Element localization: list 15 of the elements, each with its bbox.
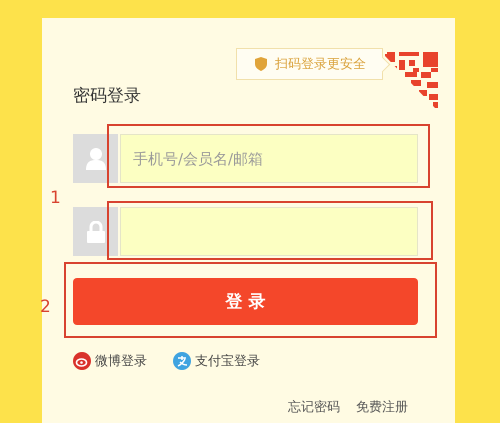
- annotation-number: 1: [50, 188, 61, 208]
- footer-link[interactable]: 免费注册: [356, 398, 408, 416]
- form-title: 密码登录: [73, 85, 142, 108]
- lock-icon: [73, 207, 118, 256]
- weibo-icon: [73, 352, 91, 370]
- footer-link[interactable]: 忘记密码: [288, 398, 340, 416]
- login-button[interactable]: 登 录: [73, 278, 418, 325]
- social-login-link[interactable]: 支付宝登录: [173, 352, 260, 370]
- input-field[interactable]: [120, 207, 418, 256]
- input-field[interactable]: 手机号/会员名/邮箱: [120, 134, 418, 183]
- social-login-link[interactable]: 微博登录: [73, 352, 147, 370]
- alipay-icon: [173, 352, 191, 370]
- shield-icon: [255, 57, 267, 71]
- qr-code-icon[interactable]: [385, 50, 440, 108]
- user-icon: [73, 134, 118, 183]
